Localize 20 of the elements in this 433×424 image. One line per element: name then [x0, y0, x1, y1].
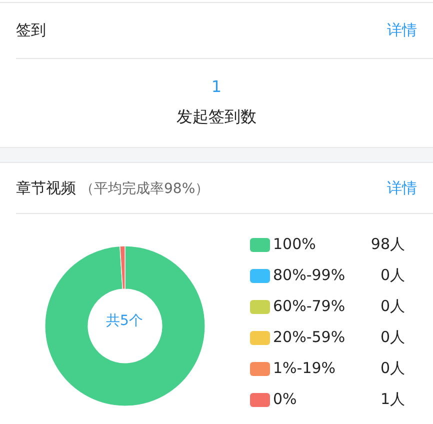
legend-count: 0人: [380, 358, 405, 380]
legend-count: 1人: [380, 389, 405, 410]
legend-label: 20%-59%: [273, 327, 346, 348]
legend-count: 0人: [380, 327, 405, 348]
legend-label: 60%-79%: [273, 296, 346, 318]
legend-count: 0人: [380, 296, 405, 318]
legend-label: 1%-19%: [273, 358, 336, 380]
legend-count: 98人: [370, 234, 405, 256]
details-link[interactable]: 详情: [387, 176, 417, 200]
legend-label: 80%-99%: [273, 265, 346, 286]
legend-label: 100%: [273, 234, 316, 256]
legend-label: 0%: [273, 389, 297, 410]
signin-count: 1: [211, 77, 222, 97]
signin-count-label: 发起签到数: [176, 106, 256, 128]
legend-count: 0人: [380, 265, 405, 286]
details-link[interactable]: 详情: [387, 19, 417, 42]
section-title: 签到: [16, 20, 46, 42]
average-completion-text: （平均完成率98%）: [80, 180, 210, 198]
total-count-label: 共5个: [106, 312, 143, 331]
section-title: 章节视频: [16, 178, 76, 198]
